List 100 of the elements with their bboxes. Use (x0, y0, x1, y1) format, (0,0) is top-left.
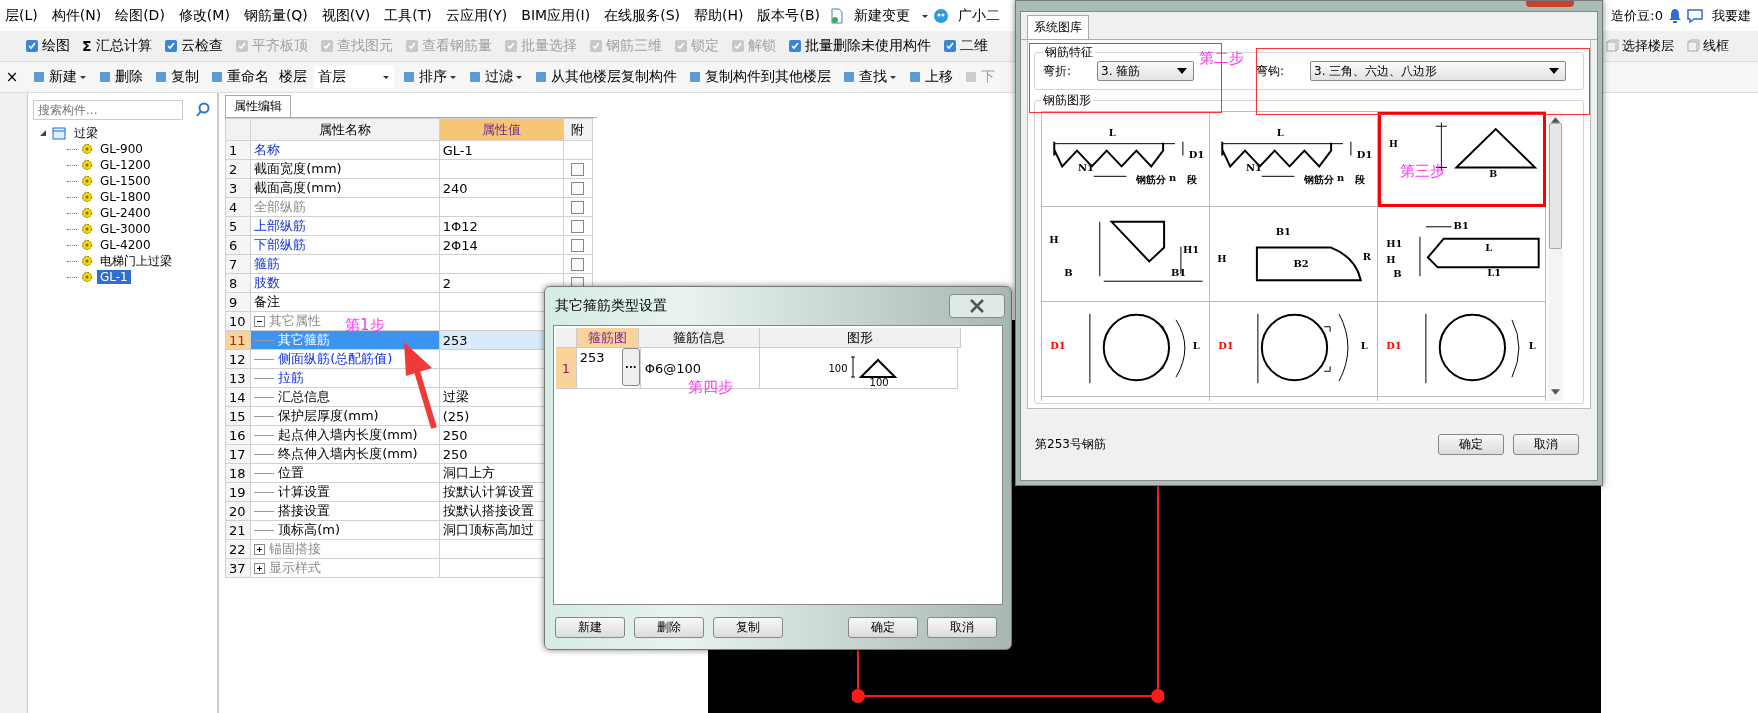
toolbar-button[interactable]: 上移 (905, 66, 956, 88)
toolbar-button[interactable]: 批量删除未使用构件 (784, 35, 934, 57)
property-value[interactable]: 250 (442, 446, 468, 462)
toolbar-button[interactable]: 从其他楼层复制构件 (531, 66, 680, 88)
check-square-icon (787, 39, 802, 53)
search-field[interactable]: 搜索构件... (33, 100, 183, 120)
property-value[interactable]: 过梁 (442, 389, 469, 404)
toolbar-button[interactable]: 云检查 (160, 35, 226, 57)
tree-item[interactable]: GL-1500 (97, 174, 154, 188)
expand-icon[interactable] (254, 543, 266, 555)
toolbar-button[interactable]: 复制构件到其他楼层 (685, 66, 834, 88)
shape-tile[interactable]: D1 L (1210, 302, 1378, 397)
toolbar-button[interactable]: Σ 汇总计算 (79, 35, 155, 57)
shape-tile[interactable]: H B H1 B1 (1042, 207, 1210, 302)
dropdown-button[interactable]: 排序 (399, 66, 460, 88)
feedback-link[interactable]: 我要建 (1707, 4, 1756, 27)
property-tab[interactable]: 属性编辑 (225, 95, 291, 117)
collapse-icon[interactable] (254, 315, 266, 327)
toolbar-button[interactable]: 线框 (1683, 35, 1732, 57)
new-change-menu[interactable]: 新建变更 (849, 4, 915, 27)
panel-close-button[interactable]: × (0, 68, 24, 86)
property-value[interactable]: 250 (442, 427, 468, 443)
bell-icon[interactable] (1667, 7, 1683, 24)
dialog-button[interactable]: 确定 (848, 616, 918, 638)
dialog-button[interactable]: 取消 (927, 616, 997, 638)
tree-item[interactable]: GL-1800 (97, 190, 154, 204)
cube-icon (1605, 39, 1619, 53)
property-name: 截面宽度(mm) (254, 160, 342, 178)
toolbar-button[interactable]: 二维 (939, 35, 991, 57)
dropdown-button[interactable]: 查找 (839, 66, 900, 88)
tree-item[interactable]: 电梯门上过梁 (97, 252, 175, 270)
check-square-icon (942, 39, 957, 53)
square-icon (908, 70, 922, 84)
column-header: 图形 (760, 328, 961, 348)
tree-item[interactable]: GL-2400 (97, 206, 154, 220)
scrollbar[interactable] (1548, 111, 1563, 401)
menu-item[interactable]: 构件(N) (46, 4, 107, 27)
scroll-thumb[interactable] (1549, 123, 1562, 249)
property-value[interactable]: 240 (442, 180, 468, 196)
search-icon[interactable] (195, 102, 211, 118)
bend-dropdown[interactable]: 3. 箍筋 (1097, 61, 1194, 81)
shape-number[interactable]: 253 (579, 348, 605, 365)
dialog-button[interactable]: 新建 (555, 616, 625, 638)
close-button[interactable] (949, 294, 1005, 318)
checkbox[interactable] (571, 181, 585, 195)
shape-tile[interactable]: B1 H1 H B L L1 (1378, 207, 1546, 302)
hook-dropdown[interactable]: 3. 三角、六边、八边形 (1310, 61, 1566, 81)
property-name: 名称 (254, 141, 281, 159)
menu-item[interactable]: 视图(V) (316, 4, 376, 27)
checkbox[interactable] (571, 238, 585, 252)
gallery-tab[interactable]: 系统图库 (1027, 15, 1089, 39)
floor-select[interactable]: 首层 (314, 66, 394, 88)
toolbar-button[interactable]: 删除 (95, 66, 146, 88)
assistant-menu[interactable]: 广小二 (953, 4, 1005, 27)
scroll-down-icon[interactable] (1551, 389, 1560, 395)
toolbar-button[interactable]: 复制 (151, 66, 202, 88)
shape-tile[interactable]: D1 L (1042, 302, 1210, 397)
property-value[interactable]: 2 (442, 275, 451, 291)
checkbox[interactable] (571, 257, 585, 271)
menu-item[interactable]: BIM应用(I) (516, 4, 596, 27)
dimension-label: D1 (1356, 148, 1373, 160)
tree-item[interactable]: GL-1 (97, 270, 131, 284)
browse-button[interactable]: ··· (621, 348, 640, 386)
dropdown-button[interactable]: 过滤 (465, 66, 526, 88)
menu-item[interactable]: 版本号(B) (752, 4, 825, 27)
tree-item[interactable]: 过梁 (71, 124, 101, 142)
dialog-button[interactable]: 复制 (713, 616, 783, 638)
dialog-button[interactable]: 删除 (634, 616, 704, 638)
menu-item[interactable]: 云应用(Y) (440, 4, 513, 27)
dropdown-button[interactable]: 新建 (29, 66, 90, 88)
menu-item[interactable]: 帮助(H) (689, 4, 749, 27)
menu-item[interactable]: 工具(T) (379, 4, 437, 27)
toolbar-button[interactable]: 选择楼层 (1602, 35, 1677, 57)
tree-item[interactable]: GL-3000 (97, 222, 154, 236)
stirrup-info[interactable]: Φ6@100 (644, 360, 702, 376)
dialog-button[interactable]: 取消 (1513, 434, 1579, 455)
tree-item[interactable]: GL-900 (97, 142, 146, 156)
property-value[interactable]: 253 (442, 332, 468, 348)
property-value[interactable]: GL-1 (442, 142, 473, 158)
shape-tile[interactable]: B1 H R B2 (1210, 207, 1378, 302)
menu-item[interactable]: 修改(M) (173, 4, 235, 27)
caret-icon (515, 73, 523, 81)
checkbox[interactable] (571, 219, 585, 233)
expand-icon[interactable] (254, 562, 266, 574)
tree-item[interactable]: GL-4200 (97, 238, 154, 252)
expander-icon[interactable] (39, 129, 47, 137)
toolbar-button[interactable]: 重命名 (207, 66, 272, 88)
checkbox[interactable] (571, 162, 585, 176)
menu-item[interactable]: 在线服务(S) (599, 4, 685, 27)
menu-item[interactable]: 层(L) (0, 4, 43, 27)
property-name: 侧面纵筋(总配筋值) (278, 350, 393, 368)
shape-tile[interactable]: D1 L (1378, 302, 1546, 397)
menu-item[interactable]: 绘图(D) (110, 4, 170, 27)
check-square-icon (319, 39, 334, 53)
property-value[interactable]: (25) (442, 408, 470, 424)
dialog-button[interactable]: 确定 (1438, 434, 1504, 455)
checkbox[interactable] (571, 200, 585, 214)
tree-item[interactable]: GL-1200 (97, 158, 154, 172)
toolbar-button[interactable]: 绘图 (22, 35, 73, 57)
menu-item[interactable]: 钢筋量(Q) (238, 4, 313, 27)
